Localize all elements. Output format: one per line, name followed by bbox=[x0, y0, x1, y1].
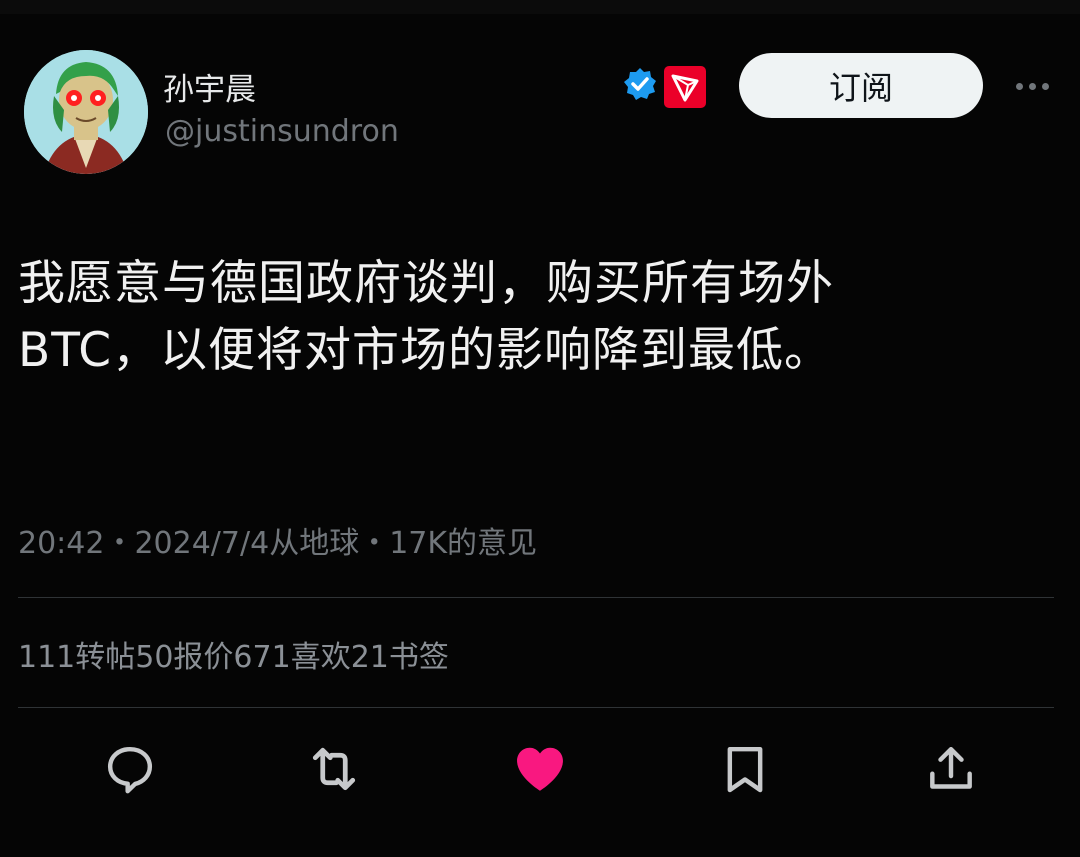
divider bbox=[18, 707, 1054, 708]
display-name[interactable]: 孙宇晨 bbox=[163, 64, 256, 109]
engagement-stats[interactable]: 111转帖50报价671喜欢21书签 bbox=[18, 632, 449, 676]
bookmark-icon bbox=[727, 746, 763, 793]
verified-badge-icon bbox=[624, 68, 656, 100]
bookmark-button[interactable] bbox=[714, 738, 776, 800]
tweet-text-line: 我愿意与德国政府谈判，购买所有场外 bbox=[18, 256, 834, 311]
subscribe-button[interactable]: 订阅 bbox=[739, 53, 983, 118]
share-button[interactable] bbox=[920, 738, 982, 800]
divider bbox=[18, 597, 1054, 598]
like-icon bbox=[517, 747, 563, 791]
user-handle[interactable]: @justinsundron bbox=[165, 114, 399, 149]
tron-logo-icon bbox=[671, 74, 699, 102]
tweet-text: 我愿意与德国政府谈判，购买所有场外 BTC，以便将对市场的影响降到最低。 bbox=[18, 250, 1058, 384]
more-dot bbox=[1041, 82, 1049, 90]
retweet-icon bbox=[312, 747, 356, 791]
more-dot bbox=[1015, 82, 1023, 90]
retweet-button[interactable] bbox=[303, 738, 365, 800]
avatar-illustration bbox=[24, 50, 148, 174]
top-edge-bar bbox=[0, 0, 1080, 14]
tweet-card bbox=[0, 14, 1080, 857]
reply-icon bbox=[107, 746, 153, 794]
tweet-text-line: BTC，以便将对市场的影响降到最低。 bbox=[18, 323, 833, 378]
tweet-meta[interactable]: 20:42・2024/7/4从地球・17K的意见 bbox=[18, 518, 537, 562]
share-icon bbox=[930, 746, 972, 789]
more-dot bbox=[1028, 82, 1036, 90]
tron-affiliate-badge[interactable] bbox=[664, 66, 706, 108]
like-button[interactable] bbox=[509, 738, 571, 800]
more-horizontal-icon[interactable] bbox=[1010, 66, 1054, 106]
avatar[interactable] bbox=[24, 50, 148, 174]
reply-button[interactable] bbox=[99, 738, 161, 800]
